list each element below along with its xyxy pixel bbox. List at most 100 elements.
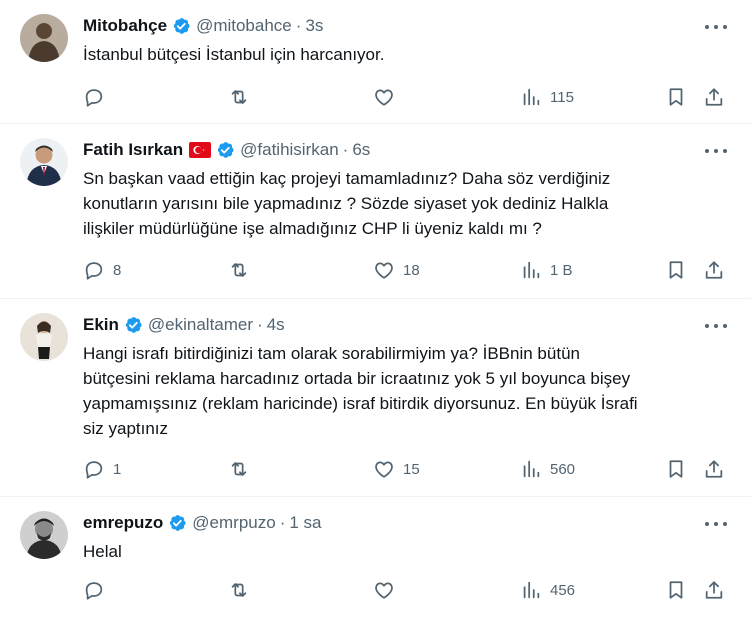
views-icon <box>523 460 540 478</box>
share-icon <box>705 88 723 106</box>
reply-icon <box>85 582 103 600</box>
bookmark-icon <box>669 581 683 599</box>
avatar[interactable] <box>20 511 68 559</box>
like-icon <box>375 582 393 599</box>
bookmark-icon <box>669 88 683 106</box>
timestamp[interactable]: 1 sa <box>289 512 321 534</box>
timestamp[interactable]: 6s <box>352 139 370 161</box>
separator: · <box>257 315 263 334</box>
retweet-button[interactable] <box>228 82 258 112</box>
verified-badge-icon <box>123 315 143 335</box>
tweet-header: Fatih Isırkan @fatihisirkan · 6s <box>83 139 370 161</box>
views-button[interactable]: 560 <box>520 454 575 484</box>
retweet-icon <box>231 583 247 597</box>
views-icon <box>523 581 540 599</box>
verified-badge-icon <box>167 513 187 533</box>
tweet-header: Ekin @ekinaltamer · 4s <box>83 314 285 336</box>
reply-icon <box>85 89 103 107</box>
handle[interactable]: @ekinaltamer <box>148 314 253 336</box>
like-count: 15 <box>403 460 420 478</box>
like-button[interactable] <box>373 82 403 112</box>
separator: · <box>342 140 349 159</box>
tweet-text: Helal <box>83 542 122 561</box>
share-button[interactable] <box>703 255 725 285</box>
reply-button[interactable]: 1 <box>83 454 121 484</box>
retweet-button[interactable] <box>228 255 258 285</box>
bookmark-button[interactable] <box>665 255 687 285</box>
tweet[interactable]: Fatih Isırkan @fatihisirkan · 6s Sn başk… <box>0 124 751 299</box>
share-button[interactable] <box>703 82 725 112</box>
like-button[interactable] <box>373 575 403 605</box>
avatar[interactable] <box>20 313 68 361</box>
reply-count: 8 <box>113 261 122 279</box>
timestamp[interactable]: 4s <box>267 314 285 336</box>
reply-button[interactable] <box>83 82 113 112</box>
tweet-text: Sn başkan vaad ettiğin kaç projeyi tamam… <box>83 169 611 238</box>
avatar[interactable] <box>20 138 68 186</box>
action-bar: 8 18 1 B <box>83 255 733 285</box>
reply-button[interactable]: 8 <box>83 255 121 285</box>
turkey-flag-icon <box>189 142 212 158</box>
display-name[interactable]: Ekin <box>83 314 119 336</box>
timestamp[interactable]: 3s <box>305 15 323 37</box>
tweet-text: İstanbul bütçesi İstanbul için harcanıyo… <box>83 45 385 64</box>
bookmark-button[interactable] <box>665 575 687 605</box>
bookmark-button[interactable] <box>665 454 687 484</box>
view-count: 1 B <box>550 261 573 279</box>
bookmark-button[interactable] <box>665 82 687 112</box>
separator: · <box>295 16 302 35</box>
tweet[interactable]: emrepuzo @emrpuzo · 1 sa Helal 456 <box>0 497 751 618</box>
handle[interactable]: @fatihisirkan <box>240 139 339 161</box>
like-icon <box>375 89 393 106</box>
handle[interactable]: @emrpuzo <box>192 512 275 534</box>
handle[interactable]: @mitobahce <box>196 15 292 37</box>
views-icon <box>523 88 540 106</box>
tweet[interactable]: Mitobahçe @mitobahce · 3s İstanbul bütçe… <box>0 0 751 124</box>
view-count: 560 <box>550 460 576 478</box>
retweet-icon <box>231 462 247 476</box>
retweet-icon <box>231 90 247 104</box>
retweet-button[interactable] <box>228 454 258 484</box>
share-button[interactable] <box>703 575 725 605</box>
reply-icon <box>85 262 103 280</box>
more-icon[interactable] <box>705 142 727 160</box>
bookmark-icon <box>669 261 683 279</box>
more-icon[interactable] <box>705 515 727 533</box>
tweet-header: Mitobahçe @mitobahce · 3s <box>83 15 323 37</box>
display-name[interactable]: Mitobahçe <box>83 15 167 37</box>
share-icon <box>705 460 723 478</box>
views-button[interactable]: 456 <box>520 575 575 605</box>
separator: · <box>279 513 286 532</box>
share-button[interactable] <box>703 454 725 484</box>
display-name[interactable]: Fatih Isırkan <box>83 139 183 161</box>
views-icon <box>523 261 540 279</box>
tweet-feed: Mitobahçe @mitobahce · 3s İstanbul bütçe… <box>0 0 751 618</box>
like-button[interactable]: 18 <box>373 255 420 285</box>
view-count: 456 <box>550 581 576 599</box>
verified-badge-icon <box>171 16 191 36</box>
share-icon <box>705 261 723 279</box>
reply-icon <box>85 461 103 479</box>
like-button[interactable]: 15 <box>373 454 420 484</box>
views-button[interactable]: 115 <box>520 82 574 112</box>
tweet[interactable]: Ekin @ekinaltamer · 4s Hangi israfı biti… <box>0 299 751 497</box>
action-bar: 1 15 560 <box>83 454 733 484</box>
tweet-text: Hangi israfı bitirdiğinizi tam olarak so… <box>83 344 638 438</box>
more-icon[interactable] <box>705 18 727 36</box>
bookmark-icon <box>669 460 683 478</box>
like-icon <box>375 461 393 478</box>
more-icon[interactable] <box>705 317 727 335</box>
like-count: 18 <box>403 261 420 279</box>
views-button[interactable]: 1 B <box>520 255 573 285</box>
tweet-header: emrepuzo @emrpuzo · 1 sa <box>83 512 322 534</box>
display-name[interactable]: emrepuzo <box>83 512 163 534</box>
retweet-button[interactable] <box>228 575 258 605</box>
share-icon <box>705 581 723 599</box>
verified-badge-icon <box>215 140 235 160</box>
reply-button[interactable] <box>83 575 113 605</box>
like-icon <box>375 262 393 279</box>
action-bar: 115 <box>83 82 733 112</box>
avatar[interactable] <box>20 14 68 62</box>
reply-count: 1 <box>113 460 122 478</box>
action-bar: 456 <box>83 575 733 605</box>
